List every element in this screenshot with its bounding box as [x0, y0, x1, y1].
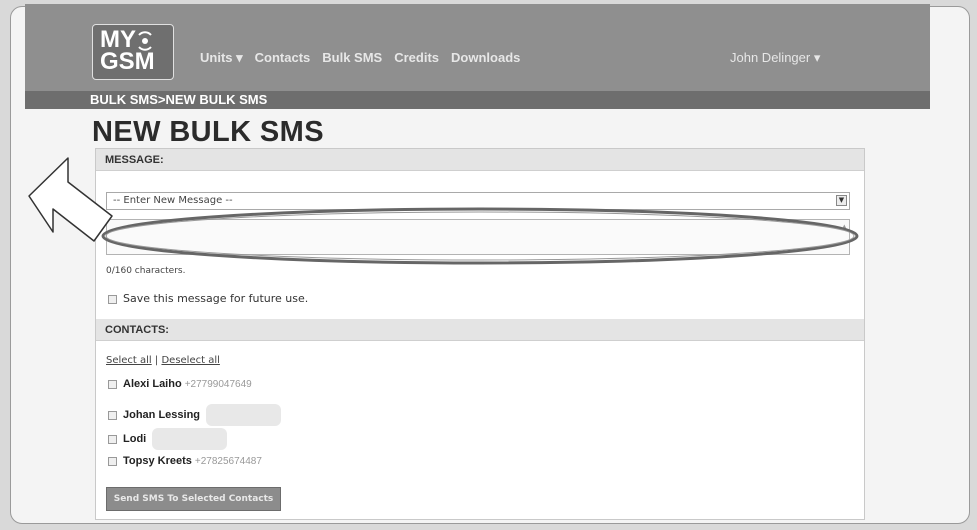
message-select[interactable]: -- Enter New Message -- ▼ [106, 192, 850, 210]
breadcrumb: BULK SMS>NEW BULK SMS [90, 92, 268, 107]
nav-bulk-sms[interactable]: Bulk SMS [322, 50, 382, 68]
dropdown-arrow-icon[interactable]: ▼ [836, 195, 847, 206]
select-all-link[interactable]: Select all [106, 355, 152, 366]
character-count: 0/160 characters. [106, 266, 186, 276]
contact-row[interactable]: Johan Lessing [108, 404, 282, 426]
selection-links: Select all | Deselect all [106, 355, 220, 366]
message-textarea[interactable]: ▲ [106, 219, 850, 255]
contact-name: Johan Lessing [123, 408, 201, 421]
contact-name: Lodi [123, 432, 147, 445]
save-message-row[interactable]: Save this message for future use. [108, 292, 308, 305]
user-menu[interactable]: John Delinger ▾ [730, 50, 820, 66]
contact-checkbox[interactable] [108, 456, 117, 466]
redacted-phone [152, 428, 228, 450]
message-section-title: MESSAGE: [96, 149, 864, 171]
breadcrumb-bar: BULK SMS>NEW BULK SMS [25, 91, 930, 109]
contact-name: Alexi Laiho [123, 378, 182, 390]
contact-phone: +27799047649 [184, 379, 252, 390]
scroll-arrow-icon: ▲ [841, 223, 847, 231]
send-sms-button[interactable]: Send SMS To Selected Contacts [106, 487, 281, 511]
nav-contacts[interactable]: Contacts [255, 50, 311, 68]
contact-checkbox[interactable] [108, 434, 117, 444]
contacts-section-title: CONTACTS: [96, 319, 864, 341]
top-navigation-bar: MY GSM Units ▾ Contacts Bulk SMS Credits… [25, 4, 930, 91]
deselect-all-link[interactable]: Deselect all [161, 355, 219, 366]
signal-icon [138, 31, 152, 51]
save-message-label: Save this message for future use. [123, 292, 309, 305]
mygsm-logo[interactable]: MY GSM [92, 24, 174, 80]
save-message-checkbox[interactable] [108, 294, 117, 304]
contact-row[interactable]: Alexi Laiho +27799047649 [108, 378, 252, 390]
nav-units[interactable]: Units ▾ [200, 50, 243, 68]
main-nav: Units ▾ Contacts Bulk SMS Credits Downlo… [200, 50, 520, 68]
nav-downloads[interactable]: Downloads [451, 50, 520, 68]
redacted-phone [206, 404, 282, 426]
contact-checkbox[interactable] [108, 410, 117, 420]
contact-checkbox[interactable] [108, 379, 117, 389]
contact-row[interactable]: Lodi [108, 428, 228, 450]
contact-phone: +27825674487 [194, 456, 262, 467]
contact-row[interactable]: Topsy Kreets +27825674487 [108, 455, 262, 467]
message-select-value: -- Enter New Message -- [113, 195, 233, 206]
bulk-sms-form: MESSAGE: -- Enter New Message -- ▼ ▲ 0/1… [95, 148, 865, 520]
nav-credits[interactable]: Credits [394, 50, 439, 68]
contact-name: Topsy Kreets [123, 455, 192, 467]
link-separator: | [154, 355, 159, 366]
page-title: NEW BULK SMS [92, 116, 324, 148]
logo-line-2: GSM [100, 48, 155, 75]
